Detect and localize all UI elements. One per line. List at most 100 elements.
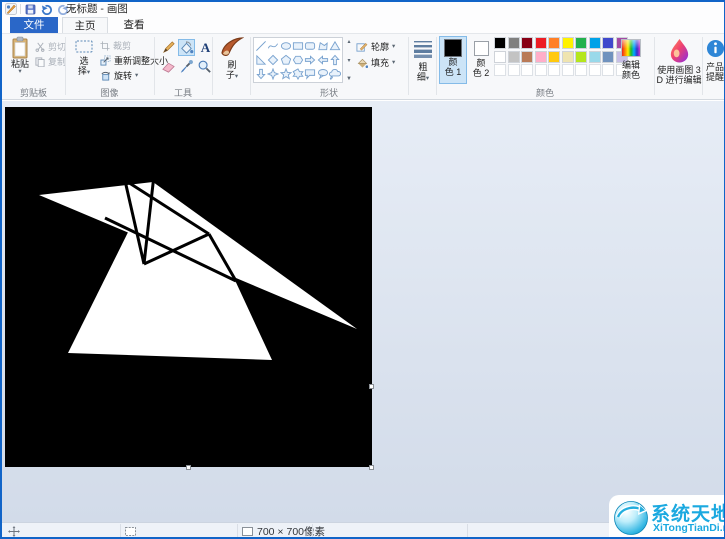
- eraser-tool-button[interactable]: [160, 58, 177, 75]
- shapes-scroll: ▴ ▾ ▼: [345, 38, 353, 82]
- canvas-resize-handle-bottom[interactable]: [186, 465, 191, 470]
- copy-button[interactable]: 复制: [35, 55, 66, 68]
- cut-button[interactable]: 剪切: [35, 40, 66, 53]
- paint3d-button[interactable]: 使用画图 3 D 进行编辑: [658, 36, 700, 85]
- color2-button[interactable]: 颜 色 2: [469, 36, 493, 84]
- product-alert-button[interactable]: 产品 提醒: [704, 36, 725, 82]
- brush-label-line2: 子▾: [226, 70, 238, 80]
- status-separator: [120, 524, 121, 539]
- palette-swatch[interactable]: [562, 51, 574, 63]
- shape-star-4-button[interactable]: [267, 67, 279, 81]
- palette-swatch[interactable]: [508, 37, 520, 49]
- color2-swatch: [474, 41, 489, 56]
- palette-swatch[interactable]: [589, 37, 601, 49]
- shape-ellipse-button[interactable]: [280, 39, 292, 53]
- edit-colors-label-line1: 编辑: [622, 60, 640, 70]
- shape-hexagon-button[interactable]: [292, 53, 304, 67]
- paint3d-label-line2: D 进行编辑: [657, 75, 702, 85]
- palette-swatch-empty[interactable]: [535, 64, 547, 76]
- brush-button[interactable]: 刷 子▾: [218, 36, 246, 80]
- shape-pentagon-button[interactable]: [280, 53, 292, 67]
- shape-rounded-rectangle-button[interactable]: [304, 39, 316, 53]
- shape-star-6-button[interactable]: [292, 67, 304, 81]
- pencil-tool-button[interactable]: [160, 39, 177, 56]
- color1-button[interactable]: 颜 色 1: [439, 36, 467, 84]
- palette-swatch[interactable]: [494, 37, 506, 49]
- shape-diamond-button[interactable]: [267, 53, 279, 67]
- canvas-resize-handle-corner[interactable]: [369, 465, 374, 470]
- outline-button[interactable]: 轮廓 ▾: [356, 40, 395, 53]
- palette-swatch[interactable]: [508, 51, 520, 63]
- brush-label-line1: 刷: [227, 60, 236, 70]
- shape-rectangle-icon: [292, 40, 304, 52]
- shape-arrow-up-button[interactable]: [329, 53, 341, 67]
- tab-file[interactable]: 文件: [10, 17, 58, 33]
- shape-star-5-icon: [280, 68, 292, 80]
- palette-swatch-empty[interactable]: [575, 64, 587, 76]
- palette-swatch[interactable]: [562, 37, 574, 49]
- palette-swatch-empty[interactable]: [494, 64, 506, 76]
- palette-swatch[interactable]: [521, 51, 533, 63]
- shape-right-triangle-button[interactable]: [255, 53, 267, 67]
- paste-dropdown-icon: ▾: [18, 69, 21, 75]
- paste-button[interactable]: 粘贴 ▾: [7, 36, 33, 75]
- shape-polygon-button[interactable]: [316, 39, 328, 53]
- shape-callout-rectangle-button[interactable]: [304, 67, 316, 81]
- palette-swatch[interactable]: [575, 37, 587, 49]
- shape-line-button[interactable]: [255, 39, 267, 53]
- outline-icon: [356, 41, 368, 53]
- resize-button[interactable]: 重新调整大小: [100, 54, 168, 67]
- shape-star-5-button[interactable]: [280, 67, 292, 81]
- fill-icon: [356, 57, 368, 69]
- palette-swatch[interactable]: [575, 51, 587, 63]
- shape-curve-button[interactable]: [267, 39, 279, 53]
- size-button[interactable]: 粗 细▾: [411, 36, 435, 82]
- eraser-icon: [161, 59, 176, 74]
- shape-triangle-button[interactable]: [329, 39, 341, 53]
- tab-home[interactable]: 主页: [62, 17, 108, 33]
- magnifier-tool-button[interactable]: [196, 58, 213, 75]
- shape-rectangle-button[interactable]: [292, 39, 304, 53]
- undo-button[interactable]: [40, 3, 53, 15]
- palette-swatch[interactable]: [494, 51, 506, 63]
- eyedropper-tool-button[interactable]: [178, 58, 195, 75]
- shapes-scroll-up-icon[interactable]: ▴: [347, 38, 350, 45]
- crop-button[interactable]: 裁剪: [100, 39, 131, 52]
- palette-swatch[interactable]: [548, 37, 560, 49]
- clipboard-icon: [11, 36, 29, 59]
- palette-swatch-empty[interactable]: [589, 64, 601, 76]
- cursor-position-indicator: [8, 523, 20, 539]
- palette-swatch-empty[interactable]: [548, 64, 560, 76]
- select-button[interactable]: 选 择▾: [70, 36, 98, 76]
- palette-swatch[interactable]: [535, 51, 547, 63]
- palette-swatch-empty[interactable]: [521, 64, 533, 76]
- fill-button[interactable]: 填充 ▾: [356, 56, 395, 69]
- shape-arrow-right-button[interactable]: [304, 53, 316, 67]
- shape-arrow-down-button[interactable]: [255, 67, 267, 81]
- shape-callout-oval-button[interactable]: [316, 67, 328, 81]
- save-button[interactable]: [24, 3, 37, 15]
- drawing-canvas[interactable]: [5, 107, 372, 467]
- canvas-size-text: 700 × 700像素: [257, 524, 325, 539]
- tab-view[interactable]: 查看: [112, 17, 156, 33]
- palette-swatch-empty[interactable]: [508, 64, 520, 76]
- shape-arrow-left-button[interactable]: [316, 53, 328, 67]
- palette-swatch[interactable]: [589, 51, 601, 63]
- text-tool-button[interactable]: A: [196, 39, 213, 56]
- shapes-scroll-down-icon[interactable]: ▾: [347, 57, 350, 64]
- fill-tool-button[interactable]: [178, 39, 195, 56]
- palette-swatch[interactable]: [548, 51, 560, 63]
- palette-swatch[interactable]: [535, 37, 547, 49]
- palette-swatch[interactable]: [521, 37, 533, 49]
- select-label-line2: 择▾: [78, 66, 90, 76]
- shape-callout-cloud-button[interactable]: [329, 67, 341, 81]
- clipboard-group-label: 剪贴板: [2, 86, 65, 98]
- rotate-button[interactable]: 旋转 ▾: [100, 69, 138, 82]
- edit-colors-button[interactable]: 编辑 颜色: [612, 36, 650, 80]
- shapes-more-icon[interactable]: ▼: [346, 76, 352, 82]
- canvas-resize-handle-right[interactable]: [369, 384, 374, 389]
- size-label-line2: 细▾: [417, 72, 429, 82]
- watermark-badge: 系统天地 XiTongTianDi.net: [609, 495, 725, 539]
- palette-swatch-empty[interactable]: [562, 64, 574, 76]
- edit-colors-label-line2: 颜色: [622, 70, 640, 80]
